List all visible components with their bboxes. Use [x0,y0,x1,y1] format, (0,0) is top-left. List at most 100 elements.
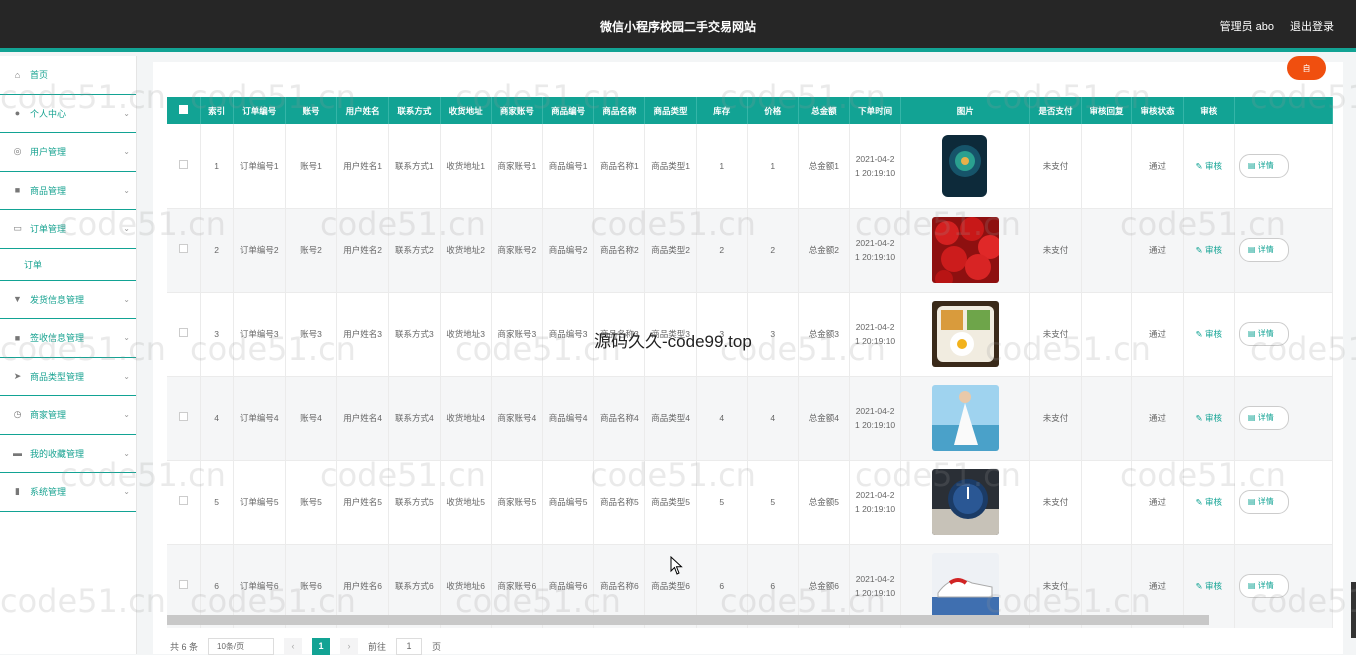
product-image[interactable] [931,301,999,367]
cell-status: 通过 [1131,292,1184,377]
sidebar: ⌂ 首页 ● 个人中心 ⌄ ◎ 用户管理 ⌄ ■ 商品管理 ⌄ ▭ 订单管理 ⌄ 订单 ▼ 发货信息管理 ⌄ ■ 签收… [0,56,137,654]
row-checkbox[interactable] [178,580,188,589]
audit-link[interactable]: ✎ 审核 [1196,581,1223,591]
cell-goods-name: 商品名称3 [593,292,646,377]
cell-total: 总金额4 [798,376,851,461]
row-checkbox-cell[interactable] [167,292,201,377]
row-checkbox-cell[interactable] [167,460,201,545]
cell-goods-name: 商品名称4 [593,376,646,461]
chevron-down-icon: ⌄ [123,448,130,458]
horizontal-scrollbar[interactable] [167,615,1209,625]
desktop-icon: ■ [14,332,21,343]
clock-icon: ◷ [13,409,22,420]
cell-merchant: 商家账号5 [491,460,543,545]
row-checkbox-cell[interactable] [167,124,201,209]
current-page[interactable]: 1 [312,637,331,655]
row-checkbox[interactable] [178,412,188,421]
detail-label: 详情 [1257,497,1274,506]
sidebar-item-7[interactable]: ➤ 商品类型管理 ⌄ [0,358,136,396]
audit-link[interactable]: ✎ 审核 [1196,161,1223,171]
cell-time: 2021-04-21 20:19:10 [849,460,902,545]
detail-button[interactable]: ▤ 详情 [1238,490,1289,514]
cell-status: 通过 [1131,376,1184,461]
cell-name: 用户姓名5 [336,460,390,545]
document-icon: ▤ [1247,581,1256,590]
row-checkbox[interactable] [178,159,188,169]
row-checkbox[interactable] [178,328,188,337]
monitor-icon: ▭ [13,223,22,234]
table-header-row: 索引 订单编号 账号 用户姓名 联系方式 收货地址 商家账号 商品编号 商品名称 商品类型 库存 价格… [167,97,1333,124]
sidebar-item-1[interactable]: ● 个人中心 ⌄ [0,95,136,133]
product-image[interactable] [931,553,999,619]
detail-button[interactable]: ▤ 详情 [1238,322,1289,346]
cell-picture [900,292,1031,377]
sidebar-item-4[interactable]: ▭ 订单管理 ⌄ [0,210,136,249]
product-image[interactable] [931,469,999,535]
product-image[interactable] [931,385,999,451]
table-row: 1 订单编号1 账号1 用户姓名1 联系方式1 收货地址1 商家账号1 商品编号1 商品名称1 商… [167,124,1333,209]
detail-label: 详情 [1257,413,1274,422]
cell-total: 总金额5 [798,460,851,545]
cell-address: 收货地址1 [440,124,492,209]
cell-paid: 未支付 [1029,376,1082,461]
select-all-checkbox-cell[interactable] [167,97,201,124]
sidebar-item-label: 系统管理 [30,487,67,498]
audit-label: 审核 [1205,160,1223,171]
column-header: 账号 [285,97,338,124]
cell-merchant: 商家账号1 [491,124,543,209]
next-page-button[interactable]: › [340,637,359,655]
audit-link[interactable]: ✎ 审核 [1196,245,1223,255]
prev-page-button[interactable]: ‹ [284,637,303,655]
sidebar-item-6[interactable]: ■ 签收信息管理 ⌄ [0,319,136,358]
cell-account: 账号5 [285,460,338,545]
audit-link[interactable]: ✎ 审核 [1196,413,1223,423]
cell-actions: ▤ 详情 [1234,124,1333,209]
column-header: 收货地址 [440,97,492,124]
audit-link[interactable]: ✎ 审核 [1196,497,1223,507]
audit-label: 审核 [1205,245,1223,255]
audit-link[interactable]: ✎ 审核 [1196,329,1223,339]
cell-stock: 1 [696,124,748,209]
cell-address: 收货地址2 [440,208,492,293]
floating-action-button[interactable]: 自 [1287,56,1326,80]
row-checkbox-cell[interactable] [167,208,201,293]
sidebar-item-8[interactable]: ◷ 商家管理 ⌄ [0,396,136,435]
cell-contact: 联系方式2 [388,208,441,293]
column-header: 商家账号 [491,97,543,124]
sidebar-item-10[interactable]: ▮ 系统管理 ⌄ [0,473,136,512]
detail-button[interactable]: ▤ 详情 [1238,406,1289,430]
cell-order-no: 订单编号3 [233,292,286,377]
cell-goods-no: 商品编号2 [542,208,595,293]
detail-button[interactable]: ▤ 详情 [1238,153,1289,178]
card-icon: ▬ [13,448,22,459]
product-image[interactable] [931,217,999,283]
sidebar-item-0[interactable]: ⌂ 首页 [0,56,136,95]
cell-goods-no: 商品编号4 [542,376,595,461]
table-row: 5 订单编号5 账号5 用户姓名5 联系方式5 收货地址5 商家账号5 商品编号5 商品名称5 商… [167,460,1333,545]
sidebar-item-3[interactable]: ■ 商品管理 ⌄ [0,172,136,210]
briefcase-icon: ■ [14,185,21,196]
goto-page-input[interactable]: 1 [396,637,423,655]
row-checkbox-cell[interactable] [167,376,201,461]
sidebar-item-9[interactable]: ▬ 我的收藏管理 ⌄ [0,435,136,473]
chevron-down-icon: ⌄ [123,371,130,381]
cell-goods-type: 商品类型1 [644,124,697,209]
detail-button[interactable]: ▤ 详情 [1238,574,1289,598]
cell-name: 用户姓名1 [336,124,390,209]
logout-button[interactable]: 退出登录 [1290,18,1334,34]
page-size-select[interactable]: 10条/页 [208,637,275,655]
chevron-down-icon: ⌄ [123,333,130,342]
row-checkbox[interactable] [178,244,188,253]
detail-label: 详情 [1257,581,1274,590]
sidebar-subitem-orders[interactable]: 订单 [0,249,136,281]
row-checkbox[interactable] [178,496,188,505]
sidebar-item-2[interactable]: ◎ 用户管理 ⌄ [0,133,136,172]
cell-time: 2021-04-21 20:19:10 [849,208,902,293]
vertical-scrollbar[interactable] [1351,582,1356,638]
cell-order-no: 订单编号5 [233,460,286,545]
app-title: 微信小程序校园二手交易网站 [599,20,756,34]
sidebar-item-5[interactable]: ▼ 发货信息管理 ⌄ [0,281,136,319]
select-all-checkbox[interactable] [178,105,188,114]
detail-button[interactable]: ▤ 详情 [1238,238,1289,262]
product-image[interactable] [931,132,999,199]
